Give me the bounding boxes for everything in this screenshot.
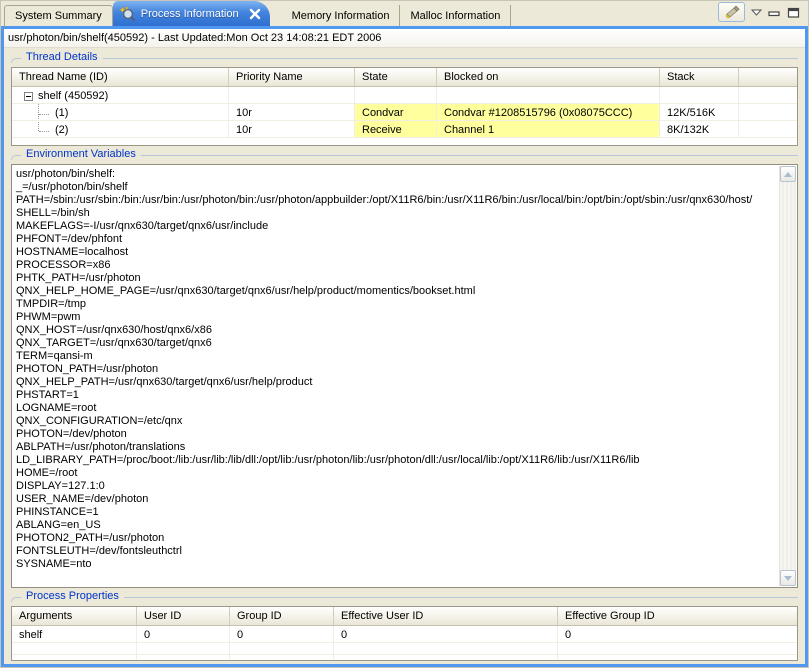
- col-effective-group-id[interactable]: Effective Group ID: [558, 607, 797, 625]
- view-toolbar: [718, 2, 808, 26]
- process-cell: 0: [334, 626, 558, 642]
- process-cell: [230, 655, 334, 661]
- process-table-body: shelf0000: [12, 626, 797, 661]
- thread-cell: [660, 87, 739, 103]
- tree-branch-icon: [38, 105, 51, 120]
- thread-cell: Channel 1: [437, 121, 660, 137]
- col-stack[interactable]: Stack: [660, 68, 739, 86]
- process-properties-table: Arguments User ID Group ID Effective Use…: [11, 606, 798, 661]
- process-cell: [334, 643, 558, 654]
- thread-cell: [739, 121, 797, 137]
- thread-cell: Condvar: [355, 104, 437, 120]
- section-divider: [11, 58, 798, 63]
- process-properties-header: Process Properties: [11, 590, 798, 605]
- thread-cell: [229, 87, 355, 103]
- scroll-down-button[interactable]: [780, 570, 796, 586]
- process-information-view: System Summary Process Information Memor…: [0, 0, 809, 668]
- thread-cell: [739, 104, 797, 120]
- tab-label: Malloc Information: [410, 10, 500, 22]
- tab-label: Process Information: [141, 8, 239, 20]
- close-icon[interactable]: [248, 7, 262, 21]
- thread-cell: [739, 87, 797, 103]
- process-row[interactable]: [12, 655, 797, 661]
- minimize-icon[interactable]: [768, 7, 781, 17]
- process-cell: [12, 643, 137, 654]
- vertical-scrollbar[interactable]: [779, 166, 796, 586]
- thread-row[interactable]: (2)10rReceiveChannel 18K/132K: [12, 121, 797, 138]
- thread-row[interactable]: shelf (450592): [12, 87, 797, 104]
- col-arguments[interactable]: Arguments: [12, 607, 137, 625]
- process-cell: [137, 655, 230, 661]
- process-cell: 0: [230, 626, 334, 642]
- col-effective-user-id[interactable]: Effective User ID: [334, 607, 558, 625]
- tab-label: Memory Information: [292, 10, 390, 22]
- thread-cell: Condvar #1208515796 (0x08075CCC): [437, 104, 660, 120]
- process-title: usr/photon/bin/shelf(450592) - Last Upda…: [4, 29, 805, 48]
- environment-variables-text: usr/photon/bin/shelf: _=/usr/photon/bin/…: [12, 165, 797, 587]
- col-blocked-on[interactable]: Blocked on: [437, 68, 660, 86]
- thread-table-header: Thread Name (ID) Priority Name State Blo…: [12, 68, 797, 87]
- process-cell: 0: [558, 626, 797, 642]
- process-table-header: Arguments User ID Group ID Effective Use…: [12, 607, 797, 626]
- process-row[interactable]: shelf0000: [12, 626, 797, 643]
- section-title-environment-variables: Environment Variables: [21, 148, 141, 160]
- highlighter-button[interactable]: [718, 2, 745, 22]
- section-divider: [11, 597, 798, 602]
- environment-variables-header: Environment Variables: [11, 148, 798, 163]
- thread-row[interactable]: (1)10rCondvarCondvar #1208515796 (0x0807…: [12, 104, 797, 121]
- section-title-thread-details: Thread Details: [21, 51, 103, 63]
- thread-table-body: shelf (450592)(1)10rCondvarCondvar #1208…: [12, 87, 797, 138]
- tab-process-information[interactable]: Process Information: [113, 1, 270, 26]
- thread-cell: [437, 87, 660, 103]
- thread-name-cell: (2): [12, 121, 229, 137]
- tab-bar: System Summary Process Information Memor…: [1, 1, 808, 26]
- thread-cell: Receive: [355, 121, 437, 137]
- maximize-icon[interactable]: [787, 7, 800, 18]
- process-cell: [558, 655, 797, 661]
- process-cell: [334, 655, 558, 661]
- col-user-id[interactable]: User ID: [137, 607, 230, 625]
- process-cell: [137, 643, 230, 654]
- thread-cell: 10r: [229, 121, 355, 137]
- thread-name-cell: (1): [12, 104, 229, 120]
- process-row[interactable]: [12, 643, 797, 655]
- process-cell: 0: [137, 626, 230, 642]
- tree-branch-icon: [38, 122, 51, 137]
- tab-label: System Summary: [15, 10, 102, 22]
- scroll-up-icon: [784, 172, 792, 177]
- tree-collapse-icon[interactable]: [24, 92, 33, 101]
- thread-table: Thread Name (ID) Priority Name State Blo…: [11, 67, 798, 146]
- col-state[interactable]: State: [355, 68, 437, 86]
- tab-malloc-information[interactable]: Malloc Information: [400, 5, 511, 26]
- view-content: Thread Details Thread Name (ID) Priority…: [4, 48, 805, 664]
- scroll-down-icon: [784, 576, 792, 581]
- process-cell: [12, 655, 137, 661]
- thread-cell: 8K/132K: [660, 121, 739, 137]
- process-info-icon: [119, 6, 136, 22]
- process-cell: [558, 643, 797, 654]
- highlighter-icon: [723, 5, 741, 19]
- thread-cell: 12K/516K: [660, 104, 739, 120]
- process-cell: [230, 643, 334, 654]
- environment-variables-box[interactable]: usr/photon/bin/shelf: _=/usr/photon/bin/…: [11, 164, 798, 588]
- view-body: usr/photon/bin/shelf(450592) - Last Upda…: [1, 26, 808, 667]
- col-priority-name[interactable]: Priority Name: [229, 68, 355, 86]
- view-menu-icon[interactable]: [751, 9, 762, 16]
- process-cell: shelf: [12, 626, 137, 642]
- thread-cell: [355, 87, 437, 103]
- tab-system-summary[interactable]: System Summary: [4, 5, 113, 26]
- scroll-up-button[interactable]: [780, 166, 796, 182]
- col-group-id[interactable]: Group ID: [230, 607, 334, 625]
- col-thread-name[interactable]: Thread Name (ID): [12, 68, 229, 86]
- col-filler: [739, 68, 797, 86]
- tab-memory-information[interactable]: Memory Information: [282, 5, 401, 26]
- thread-cell: 10r: [229, 104, 355, 120]
- thread-details-header: Thread Details: [11, 51, 798, 66]
- thread-name-cell: shelf (450592): [12, 87, 229, 103]
- section-title-process-properties: Process Properties: [21, 590, 124, 602]
